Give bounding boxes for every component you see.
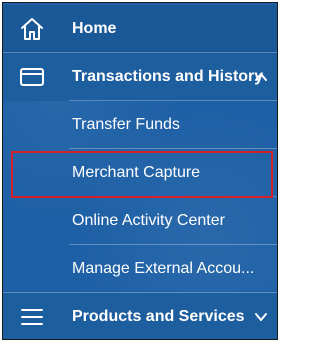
nav-item-products[interactable]: Products and Services <box>3 293 277 339</box>
nav-item-products-label: Products and Services <box>72 308 245 325</box>
nav-item-home-label: Home <box>72 20 117 37</box>
subnav-item-online-activity-center[interactable]: Online Activity Center <box>3 197 277 245</box>
subnav-item-label: Transfer Funds <box>72 116 180 133</box>
menu-icon <box>19 305 45 329</box>
chevron-up-icon[interactable] <box>254 70 268 84</box>
subnav-item-label: Merchant Capture <box>72 164 201 181</box>
navigation-menu: Home Transactions and History Transfer F… <box>2 2 278 340</box>
home-icon <box>19 17 45 41</box>
subnav-item-manage-external-accounts[interactable]: Manage External Accou... <box>3 245 277 293</box>
chevron-down-icon[interactable] <box>254 310 268 324</box>
subnav-item-transfer-funds[interactable]: Transfer Funds <box>3 101 277 149</box>
subnav-item-label: Manage External Accou... <box>72 260 255 277</box>
card-icon <box>19 65 45 89</box>
nav-item-transactions[interactable]: Transactions and History <box>3 53 277 101</box>
nav-item-transactions-label: Transactions and History <box>72 68 264 85</box>
nav-item-home[interactable]: Home <box>3 5 277 53</box>
subnav-item-label: Online Activity Center <box>72 212 225 229</box>
subnav-item-merchant-capture[interactable]: Merchant Capture <box>3 149 277 197</box>
